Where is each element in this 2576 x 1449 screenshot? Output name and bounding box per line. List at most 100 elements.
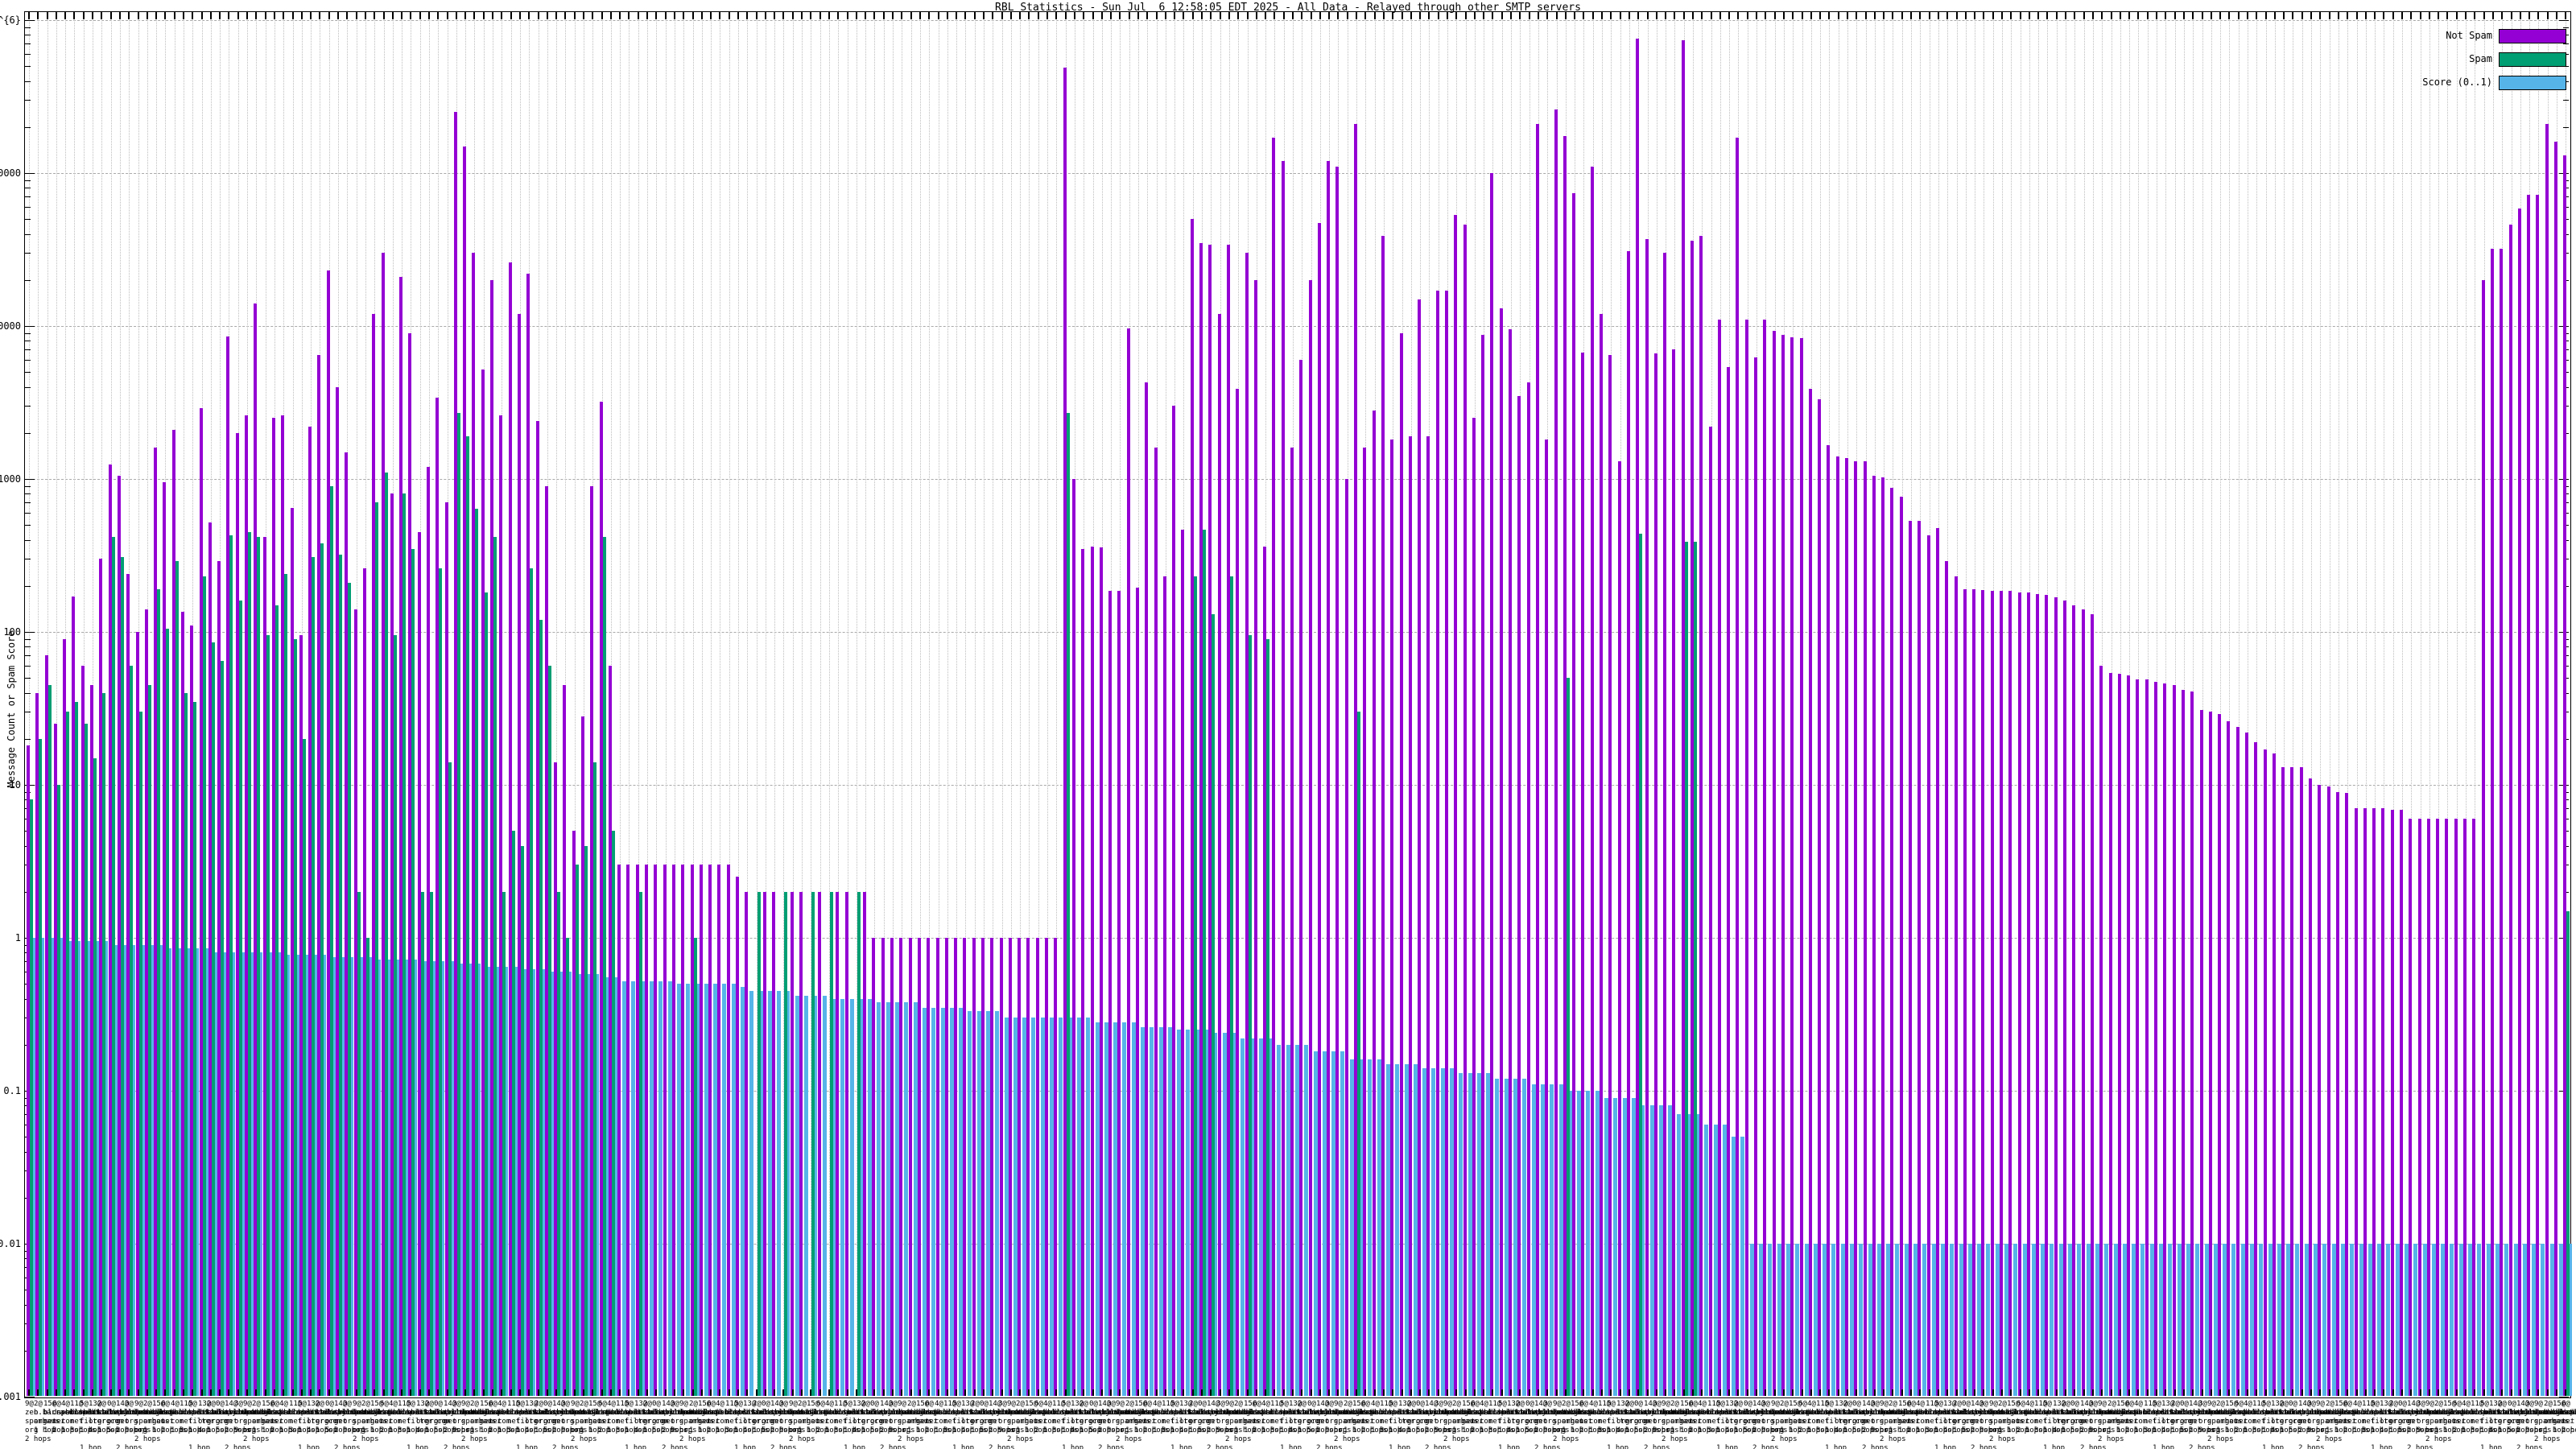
spam-bar xyxy=(521,846,524,1396)
x-tick-bottom xyxy=(2265,1389,2267,1396)
x-tick-top xyxy=(174,12,175,19)
not-spam-bar xyxy=(881,938,885,1396)
x-tick-top xyxy=(47,12,48,19)
not-spam-bar xyxy=(1236,389,1239,1396)
y-minor-tick-right xyxy=(2563,43,2569,44)
spam-bar xyxy=(312,557,315,1396)
not-spam-bar xyxy=(963,938,966,1396)
y-tick-label: 100 xyxy=(0,627,21,637)
x-tick-top xyxy=(892,12,894,19)
not-spam-bar xyxy=(1136,588,1139,1396)
score-bar xyxy=(1395,1064,1399,1396)
not-spam-bar xyxy=(1354,124,1357,1396)
x-tick-bottom xyxy=(164,1389,166,1396)
not-spam-bar xyxy=(1800,338,1803,1396)
x-tick-bottom xyxy=(1847,1389,1848,1396)
x-tick-top xyxy=(1828,12,1830,19)
y-major-tick-left xyxy=(25,173,35,174)
x-tick-top xyxy=(1910,12,1912,19)
score-bar xyxy=(2168,1244,2172,1396)
not-spam-bar xyxy=(2072,605,2075,1396)
x-tick-top xyxy=(810,12,811,19)
not-spam-bar xyxy=(1400,333,1403,1396)
x-tick-bottom xyxy=(1783,1389,1785,1396)
not-spam-bar xyxy=(1881,477,1885,1396)
y-tick-label: 10 xyxy=(0,780,21,790)
x-tick-top xyxy=(328,12,330,19)
x-tick-bottom xyxy=(1274,1389,1275,1396)
not-spam-bar xyxy=(2109,673,2112,1396)
x-tick-top xyxy=(464,12,466,19)
not-spam-bar xyxy=(981,938,985,1396)
x-tick-top xyxy=(1983,12,1984,19)
spam-bar xyxy=(1249,635,1252,1396)
spam-bar xyxy=(530,568,533,1396)
x-tick-bottom xyxy=(1556,1389,1558,1396)
x-tick-top xyxy=(992,12,993,19)
not-spam-bar xyxy=(2218,714,2221,1396)
not-spam-bar xyxy=(72,597,75,1396)
x-tick-bottom xyxy=(2001,1389,2003,1396)
spam-bar xyxy=(402,493,406,1396)
x-tick-bottom xyxy=(765,1389,766,1396)
x-tick-top xyxy=(610,12,612,19)
score-bar xyxy=(1550,1084,1554,1396)
spam-bar xyxy=(1230,576,1233,1396)
x-tick-bottom xyxy=(1092,1389,1094,1396)
x-tick-bottom xyxy=(1183,1389,1184,1396)
x-tick-top xyxy=(255,12,257,19)
score-bar xyxy=(2450,1244,2454,1396)
spam-bar xyxy=(576,865,579,1396)
not-spam-bar xyxy=(1581,353,1584,1396)
not-spam-bar xyxy=(736,877,739,1396)
x-tick-top xyxy=(2456,12,2458,19)
not-spam-bar xyxy=(1645,239,1649,1396)
x-tick-bottom xyxy=(628,1389,630,1396)
x-tick-bottom xyxy=(1447,1389,1448,1396)
not-spam-bar xyxy=(1763,320,1766,1396)
x-tick-top xyxy=(873,12,875,19)
x-tick-bottom xyxy=(37,1389,39,1396)
x-tick-bottom xyxy=(1583,1389,1584,1396)
x-tick-bottom xyxy=(928,1389,930,1396)
x-tick-bottom xyxy=(237,1389,239,1396)
x-tick-bottom xyxy=(1929,1389,1930,1396)
x-tick-top xyxy=(2147,12,2149,19)
y-minor-tick-left xyxy=(25,127,31,128)
x-tick-top xyxy=(301,12,303,19)
x-tick-top xyxy=(683,12,684,19)
x-tick-bottom xyxy=(801,1389,803,1396)
x-tick-bottom xyxy=(419,1389,421,1396)
x-tick-bottom xyxy=(2147,1389,2149,1396)
x-tick-top xyxy=(2483,12,2485,19)
not-spam-bar xyxy=(390,493,394,1396)
x-tick-top xyxy=(1438,12,1439,19)
not-spam-bar xyxy=(2445,819,2448,1396)
x-tick-top xyxy=(2074,12,2075,19)
not-spam-bar xyxy=(1145,382,1148,1396)
spam-bar xyxy=(512,831,515,1396)
not-spam-bar xyxy=(2318,785,2321,1396)
x-tick-bottom xyxy=(2283,1389,2285,1396)
x-tick-top xyxy=(428,12,430,19)
x-tick-bottom xyxy=(774,1389,775,1396)
x-tick-top xyxy=(228,12,229,19)
not-spam-bar xyxy=(136,632,139,1396)
x-tick-bottom xyxy=(174,1389,175,1396)
spam-bar xyxy=(1266,639,1269,1396)
not-spam-bar xyxy=(563,685,566,1396)
not-spam-bar xyxy=(1536,124,1539,1396)
not-spam-bar xyxy=(45,655,48,1396)
x-tick-top xyxy=(1610,12,1612,19)
not-spam-bar xyxy=(863,892,866,1396)
x-tick-top xyxy=(2556,12,2557,19)
y-minor-tick-left xyxy=(25,739,31,740)
x-tick-top xyxy=(183,12,184,19)
x-tick-top xyxy=(1792,12,1794,19)
x-tick-bottom xyxy=(1946,1389,1948,1396)
y-minor-tick-left xyxy=(25,54,31,55)
score-bar xyxy=(1677,1114,1681,1396)
x-tick-top xyxy=(2056,12,2058,19)
not-spam-bar xyxy=(581,716,584,1396)
y-minor-tick-left xyxy=(25,219,31,220)
